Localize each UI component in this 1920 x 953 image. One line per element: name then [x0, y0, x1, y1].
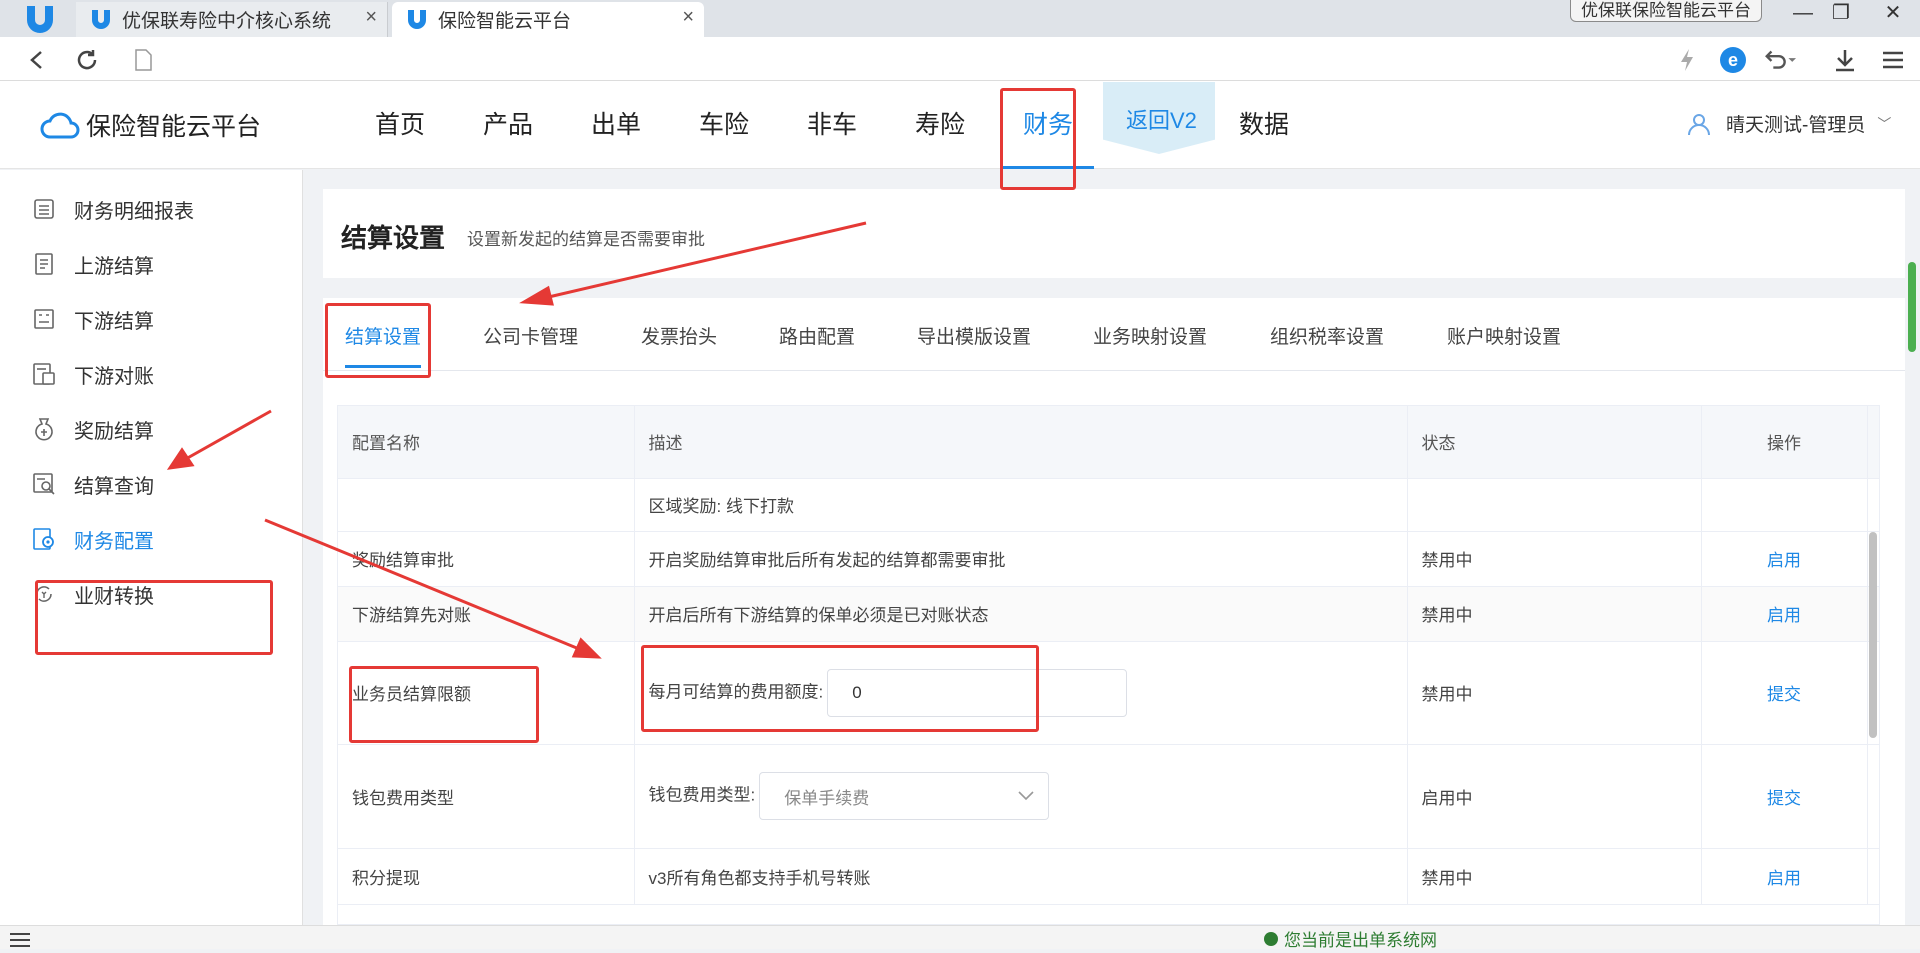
status-text: 您当前是出单系统网	[1284, 931, 1437, 950]
status-ok-icon	[1264, 931, 1278, 946]
annotation-arrows	[166, 221, 867, 659]
status-bar: 您当前是出单系统网	[0, 925, 1920, 951]
status-message: 您当前是出单系统网	[1264, 926, 1437, 951]
hamburger-icon[interactable]	[6, 928, 34, 953]
